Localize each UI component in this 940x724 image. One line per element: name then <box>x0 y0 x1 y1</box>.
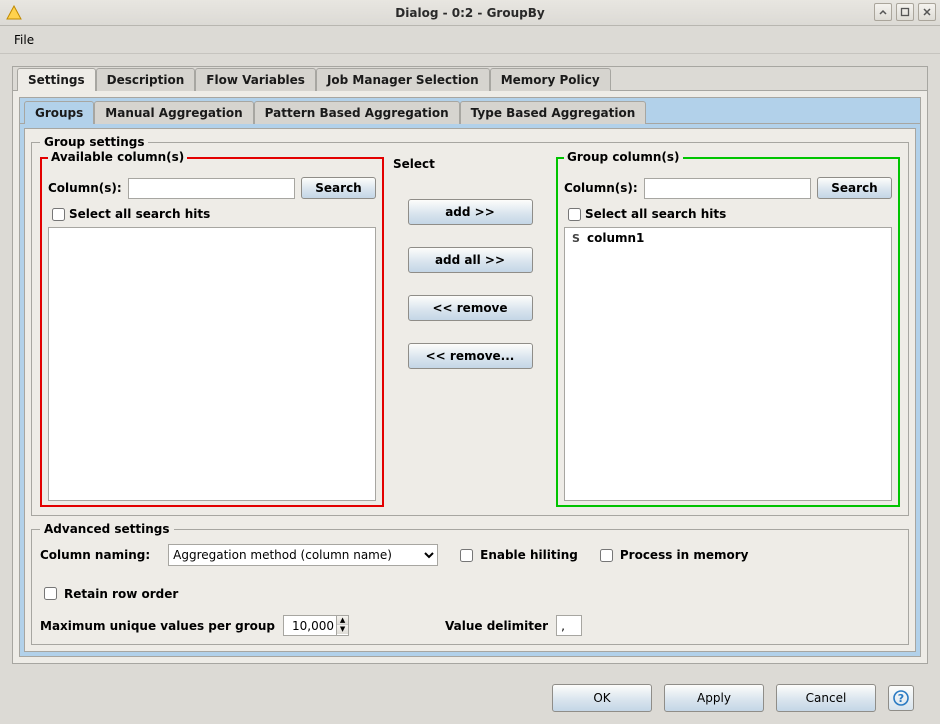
group-columns-list[interactable]: S column1 <box>564 227 892 501</box>
subtab-groups[interactable]: Groups <box>24 101 94 124</box>
advanced-settings-fieldset: Advanced settings Column naming: Aggrega… <box>31 522 909 645</box>
value-delimiter-input[interactable] <box>556 615 582 636</box>
outer-tabs: Settings Description Flow Variables Job … <box>13 67 927 91</box>
value-delimiter-label: Value delimiter <box>445 619 548 633</box>
cancel-button[interactable]: Cancel <box>776 684 876 712</box>
process-in-memory-label: Process in memory <box>620 548 749 562</box>
window-titlebar: Dialog - 0:2 - GroupBy <box>0 0 940 26</box>
group-select-all-label: Select all search hits <box>585 207 726 221</box>
window-minimize-button[interactable] <box>874 3 892 21</box>
group-settings-legend: Group settings <box>40 135 148 149</box>
group-columns-input[interactable] <box>644 178 811 199</box>
list-item-label: column1 <box>587 231 644 245</box>
app-icon <box>6 5 22 21</box>
select-legend: Select <box>390 157 550 171</box>
tab-job-manager-selection[interactable]: Job Manager Selection <box>316 68 490 91</box>
subtab-type-based-aggregation[interactable]: Type Based Aggregation <box>460 101 647 124</box>
available-select-all-checkbox[interactable] <box>52 208 65 221</box>
available-columns-panel: Available column(s) Column(s): Search Se… <box>40 157 384 507</box>
inner-tabset: Groups Manual Aggregation Pattern Based … <box>19 97 921 657</box>
available-search-button[interactable]: Search <box>301 177 376 199</box>
window-title: Dialog - 0:2 - GroupBy <box>0 6 940 20</box>
enable-hiliting-checkbox[interactable] <box>460 549 473 562</box>
spinner-down[interactable]: ▼ <box>337 625 348 634</box>
inner-tabs: Groups Manual Aggregation Pattern Based … <box>20 98 920 124</box>
process-in-memory-checkbox[interactable] <box>600 549 613 562</box>
column-naming-label: Column naming: <box>40 548 150 562</box>
select-panel: Select add >> add all >> << remove << re… <box>390 157 550 507</box>
subtab-pattern-based-aggregation[interactable]: Pattern Based Aggregation <box>254 101 460 124</box>
available-columns-label: Column(s): <box>48 181 122 195</box>
group-columns-legend: Group column(s) <box>564 150 683 164</box>
add-all-button[interactable]: add all >> <box>408 247 533 273</box>
remove-all-button[interactable]: << remove... <box>408 343 533 369</box>
help-button[interactable]: ? <box>888 685 914 711</box>
add-button[interactable]: add >> <box>408 199 533 225</box>
max-unique-label: Maximum unique values per group <box>40 619 275 633</box>
available-columns-input[interactable] <box>128 178 295 199</box>
column-naming-select[interactable]: Aggregation method (column name) <box>168 544 438 566</box>
ok-button[interactable]: OK <box>552 684 652 712</box>
max-unique-spinner[interactable]: ▲ ▼ <box>283 615 349 636</box>
svg-text:?: ? <box>898 692 904 705</box>
string-type-icon: S <box>569 231 583 245</box>
group-columns-panel: Group column(s) Column(s): Search Select <box>556 157 900 507</box>
group-select-all-checkbox[interactable] <box>568 208 581 221</box>
group-search-button[interactable]: Search <box>817 177 892 199</box>
list-item[interactable]: S column1 <box>567 230 889 246</box>
outer-tabset: Settings Description Flow Variables Job … <box>12 66 928 664</box>
menubar: File <box>0 26 940 54</box>
tab-flow-variables[interactable]: Flow Variables <box>195 68 316 91</box>
max-unique-input[interactable] <box>284 616 336 635</box>
subtab-manual-aggregation[interactable]: Manual Aggregation <box>94 101 253 124</box>
dialog-button-bar: OK Apply Cancel ? <box>12 664 928 716</box>
window-close-button[interactable] <box>918 3 936 21</box>
group-settings-fieldset: Group settings Available column(s) Colum… <box>31 135 909 516</box>
tab-memory-policy[interactable]: Memory Policy <box>490 68 611 91</box>
remove-button[interactable]: << remove <box>408 295 533 321</box>
spinner-up[interactable]: ▲ <box>337 616 348 625</box>
group-columns-label: Column(s): <box>564 181 638 195</box>
help-icon: ? <box>893 690 909 706</box>
available-columns-legend: Available column(s) <box>48 150 187 164</box>
retain-row-order-checkbox[interactable] <box>44 587 57 600</box>
tab-description[interactable]: Description <box>96 68 196 91</box>
window-maximize-button[interactable] <box>896 3 914 21</box>
menu-file[interactable]: File <box>8 30 40 50</box>
advanced-settings-legend: Advanced settings <box>40 522 174 536</box>
apply-button[interactable]: Apply <box>664 684 764 712</box>
available-select-all-label: Select all search hits <box>69 207 210 221</box>
retain-row-order-label: Retain row order <box>64 587 178 601</box>
available-columns-list[interactable] <box>48 227 376 501</box>
tab-settings[interactable]: Settings <box>17 68 96 91</box>
enable-hiliting-label: Enable hiliting <box>480 548 578 562</box>
